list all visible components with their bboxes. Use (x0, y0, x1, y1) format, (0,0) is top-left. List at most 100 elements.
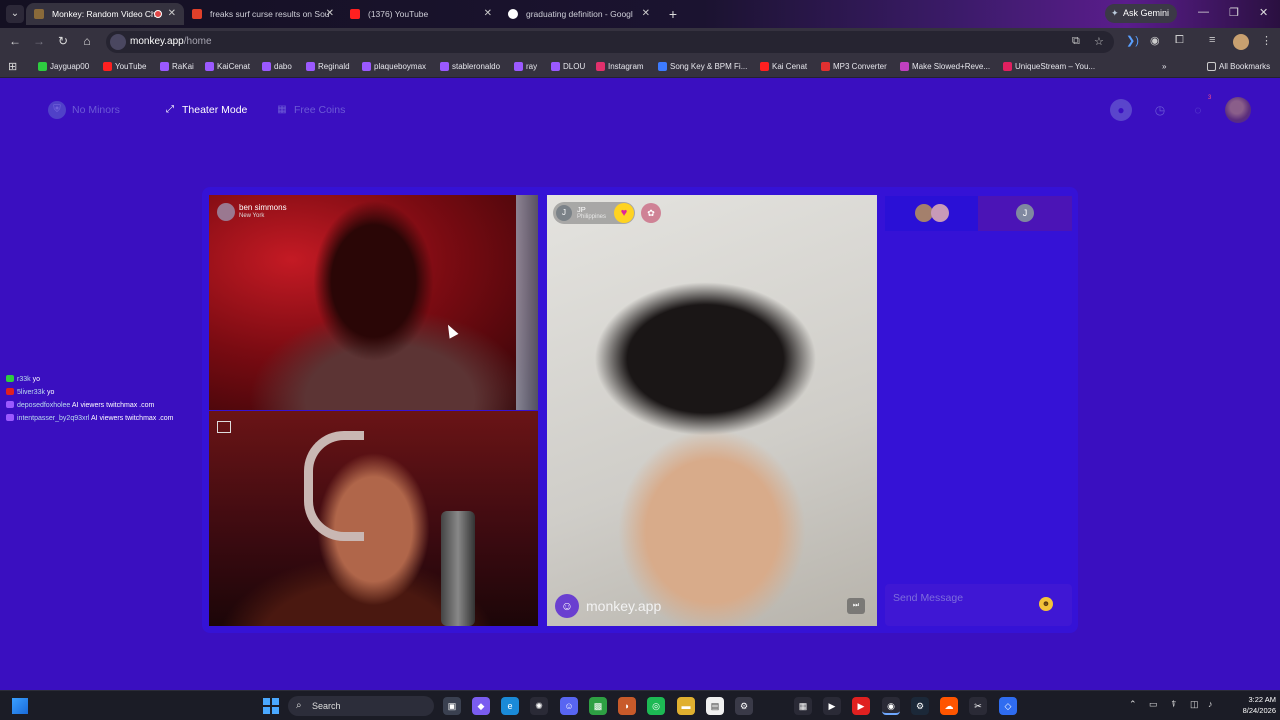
tab-google[interactable]: graduating definition - Googl ✕ (500, 3, 658, 25)
media-player-icon[interactable]: ▶ (823, 697, 841, 715)
copilot-icon[interactable]: ◆ (472, 697, 490, 715)
skip-icon[interactable]: ⏭ (847, 598, 865, 614)
coin-icon[interactable]: ● (1110, 99, 1132, 121)
bookmarks-overflow-button[interactable]: » (1162, 56, 1166, 78)
network-icon[interactable]: ◫ (1190, 699, 1199, 710)
close-tab-icon[interactable]: ✕ (642, 3, 650, 25)
youtube-app-icon[interactable]: ▶ (852, 697, 870, 715)
system-clock[interactable]: 3:22 AM 8/24/2026 (1226, 694, 1276, 716)
tab-monkey[interactable]: Monkey: Random Video Ch ✕ (26, 3, 184, 25)
task-view-icon[interactable]: ▣ (443, 697, 461, 715)
bookmark-item[interactable]: YouTube (103, 56, 146, 78)
bookmark-item[interactable]: Jayguap00 (38, 56, 89, 78)
bookmark-item[interactable]: stableronaldo (440, 56, 500, 78)
badge-icon (6, 414, 14, 421)
user-avatar[interactable] (1225, 97, 1251, 123)
badge-icon (6, 388, 14, 395)
url-omnibox[interactable]: monkey.app/home ⧉ ☆ (106, 31, 1114, 53)
message-input[interactable]: Send Message ☻ (885, 584, 1072, 626)
vr-icon[interactable]: ▦ (794, 697, 812, 715)
bookmark-item[interactable]: Instagram (596, 56, 644, 78)
bookmark-item[interactable]: dabo (262, 56, 292, 78)
media-controls-icon[interactable]: ≡ (1209, 34, 1215, 46)
bookmark-item[interactable]: Make Slowed+Reve... (900, 56, 990, 78)
file-explorer-icon[interactable]: ▬ (677, 697, 695, 715)
app-icon[interactable]: ◗ (618, 697, 636, 715)
bookmark-item[interactable]: Kai Cenat (760, 56, 807, 78)
edge-icon[interactable]: e (501, 697, 519, 715)
tray-device-icon[interactable]: ▭ (1149, 699, 1158, 710)
tab-group-chat[interactable] (885, 196, 978, 231)
free-coins-button[interactable]: ▦ Free Coins (275, 100, 345, 120)
bookmark-item[interactable]: ray (514, 56, 537, 78)
bookmark-favicon-icon (160, 62, 169, 71)
notepad-icon[interactable]: ▤ (706, 697, 724, 715)
extensions-puzzle-icon[interactable]: ⧠ (1175, 34, 1184, 47)
home-icon[interactable]: ⌂ (79, 34, 95, 48)
new-tab-button[interactable]: + (664, 5, 682, 23)
theater-mode-button[interactable]: ⤢ Theater Mode (163, 100, 247, 120)
restore-icon[interactable]: ❐ (1229, 6, 1239, 19)
volume-icon[interactable]: ♪ (1208, 699, 1213, 709)
bookmark-item[interactable]: KaiCenat (205, 56, 250, 78)
more-menu-icon[interactable]: ⋮ (1261, 34, 1272, 47)
steam-icon[interactable]: ⚙ (911, 697, 929, 715)
camera-overlay-icon (217, 421, 231, 433)
tab-search-button[interactable]: ⌄ (6, 5, 24, 23)
minecraft-icon[interactable]: ▩ (589, 697, 607, 715)
reload-icon[interactable]: ↻ (55, 34, 71, 48)
bookmark-item[interactable]: plaqueboymax (362, 56, 426, 78)
bookmark-item[interactable]: RaKai (160, 56, 194, 78)
ask-gemini-button[interactable]: ✦ Ask Gemini (1105, 4, 1177, 23)
bookmark-item[interactable]: UniqueStream – You... (1003, 56, 1095, 78)
capcut-icon[interactable]: ✂ (969, 697, 987, 715)
bookmark-item[interactable]: Reginald (306, 56, 350, 78)
app-icon[interactable]: ◇ (999, 697, 1017, 715)
gift-icon[interactable]: ✿ (641, 203, 661, 223)
openai-icon[interactable]: ✺ (530, 697, 548, 715)
bookmark-item[interactable]: MP3 Converter (821, 56, 887, 78)
close-window-icon[interactable]: ✕ (1259, 6, 1268, 19)
avatar: J (556, 205, 572, 221)
tab-soundcloud[interactable]: freaks surf curse results on Sou ✕ (184, 3, 342, 25)
bookmark-item[interactable]: DLOU (551, 56, 585, 78)
user-tag[interactable]: ben simmons New York (217, 203, 287, 221)
bookmark-favicon-icon (596, 62, 605, 71)
minimize-icon[interactable]: — (1198, 6, 1209, 18)
all-bookmarks-button[interactable]: All Bookmarks (1207, 56, 1270, 78)
extension-mask-icon[interactable]: ◉ (1150, 34, 1160, 47)
site-info-icon[interactable] (110, 34, 126, 50)
tray-chevron-icon[interactable]: ⌃ (1129, 699, 1137, 710)
close-tab-icon[interactable]: ✕ (168, 3, 176, 25)
tab-youtube[interactable]: (1376) YouTube ✕ (342, 3, 500, 25)
microphone-shape (441, 511, 475, 626)
gift-icon: ▦ (277, 104, 287, 116)
close-tab-icon[interactable]: ✕ (326, 3, 334, 25)
profile-avatar[interactable] (1233, 34, 1249, 50)
mic-icon[interactable]: ⍒ (1171, 699, 1176, 710)
settings-gear-icon[interactable]: ⚙ (735, 697, 753, 715)
no-minors-toggle[interactable]: ⛨ No Minors (48, 100, 120, 120)
bookmark-favicon-icon (551, 62, 560, 71)
chrome-icon[interactable]: ◉ (882, 697, 900, 715)
bookmark-item[interactable]: Song Key & BPM Fi... (658, 56, 747, 78)
apps-grid-icon[interactable]: ⊞ (8, 60, 17, 73)
bookmark-favicon-icon (440, 62, 449, 71)
chat-bubble-icon[interactable]: ◌ (1187, 99, 1209, 121)
back-icon[interactable]: ← (7, 34, 23, 48)
close-tab-icon[interactable]: ✕ (484, 3, 492, 25)
heart-icon[interactable]: ♥ (614, 203, 634, 223)
webcam-ben-simmons: ben simmons New York (209, 195, 538, 410)
taskbar-search[interactable]: ⌕ Search (288, 696, 434, 716)
soundcloud-icon[interactable]: ☁ (940, 697, 958, 715)
bookmark-star-icon[interactable]: ☆ (1094, 35, 1104, 48)
install-app-icon[interactable]: ⧉ (1072, 35, 1080, 48)
start-button[interactable] (263, 698, 279, 714)
forward-icon[interactable]: → (31, 34, 47, 48)
emoji-icon[interactable]: ☻ (1039, 597, 1053, 611)
history-clock-icon[interactable]: ◷ (1149, 99, 1171, 121)
discord-icon[interactable]: ☺ (560, 697, 578, 715)
spotify-icon[interactable]: ◎ (647, 697, 665, 715)
widgets-icon[interactable] (12, 698, 28, 714)
extension-audio-icon[interactable]: ❯) (1126, 34, 1139, 47)
